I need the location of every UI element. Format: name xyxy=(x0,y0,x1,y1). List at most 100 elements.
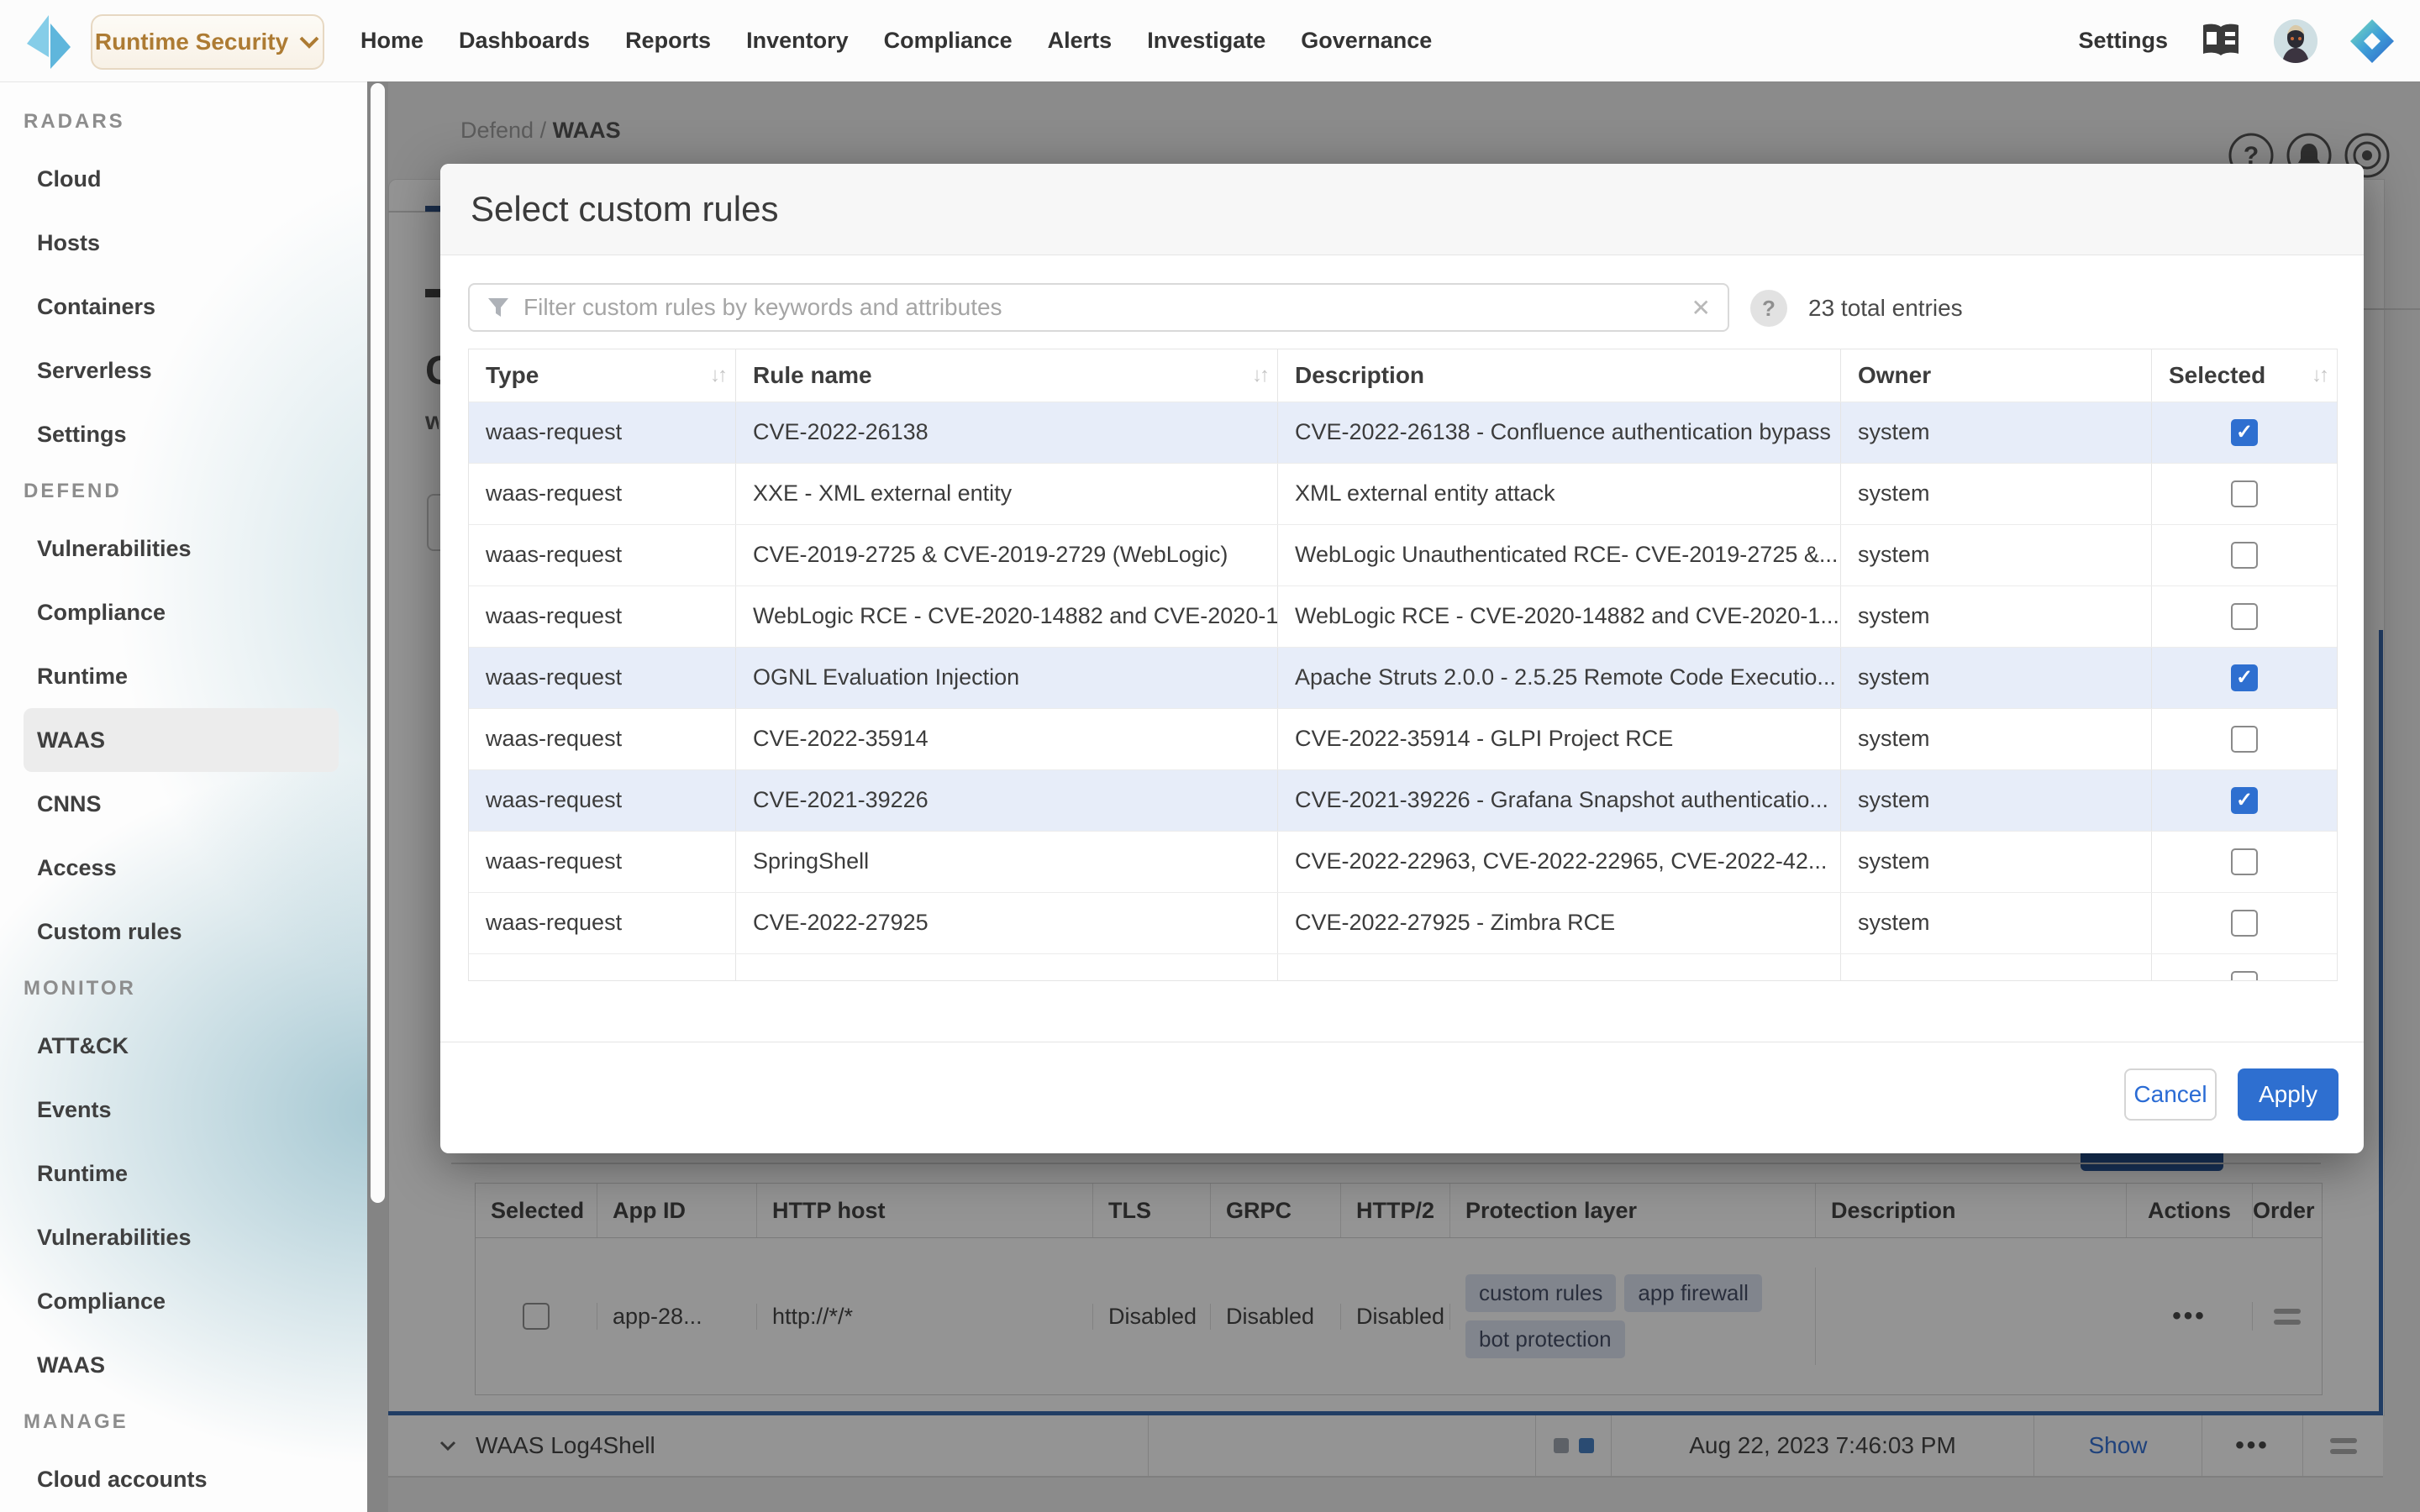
rule-owner-cell xyxy=(1841,954,2152,981)
app-window: Defend / WAAS ? C w xyxy=(0,0,2420,1512)
sort-icon[interactable]: ↓↑ xyxy=(710,349,725,402)
sidebar-entry[interactable]: MANAGE xyxy=(0,1397,367,1447)
rule-name-cell: WebLogic RCE - CVE-2020-14882 and CVE-20… xyxy=(736,586,1278,647)
rule-name-cell: CVE-2019-2725 & CVE-2019-2729 (WebLogic) xyxy=(736,525,1278,585)
nav-item[interactable]: Investigate xyxy=(1147,28,1265,54)
col-description[interactable]: Description xyxy=(1278,349,1841,402)
custom-rule-row[interactable]: waas-request SpringShell CVE-2022-22963,… xyxy=(469,831,2337,892)
funnel-filter-icon xyxy=(487,296,510,319)
custom-rules-table: Type↓↑ Rule name↓↑ Description Owner Sel… xyxy=(468,349,2338,981)
filter-help-icon[interactable]: ? xyxy=(1750,290,1787,327)
settings-link[interactable]: Settings xyxy=(2078,28,2168,54)
rule-description-cell: CVE-2022-27925 - Zimbra RCE xyxy=(1278,893,1841,953)
nav-item[interactable]: Dashboards xyxy=(459,28,590,54)
custom-rule-row[interactable]: waas-request CVE-2022-26138 CVE-2022-261… xyxy=(469,402,2337,463)
custom-rule-row[interactable]: waas-request CVE-2022-27925 CVE-2022-279… xyxy=(469,892,2337,953)
rule-select-checkbox[interactable] xyxy=(2231,664,2258,691)
custom-rule-row[interactable]: waas-request WebLogic RCE - CVE-2020-148… xyxy=(469,585,2337,647)
sidebar-entry[interactable]: Access xyxy=(24,836,339,900)
select-custom-rules-modal: Select custom rules ✕ ? 23 total entries… xyxy=(440,164,2364,1153)
sidebar-entry[interactable]: ATT&CK xyxy=(24,1014,339,1078)
rule-name-cell: CVE-2022-27925 xyxy=(736,893,1278,953)
rule-type-cell xyxy=(469,954,736,981)
rule-select-checkbox[interactable] xyxy=(2231,480,2258,507)
sidebar-entry[interactable]: Runtime xyxy=(24,1142,339,1205)
col-type[interactable]: Type↓↑ xyxy=(469,349,736,402)
rule-type-cell: waas-request xyxy=(469,464,736,524)
sidebar-entry[interactable]: Containers xyxy=(24,275,339,339)
rule-description-cell: CVE-2022-35914 - GLPI Project RCE xyxy=(1278,709,1841,769)
app-logo-icon xyxy=(22,13,74,71)
rule-select-checkbox[interactable] xyxy=(2231,910,2258,937)
custom-rule-row[interactable]: waas-request CVE-2019-2725 & CVE-2019-27… xyxy=(469,524,2337,585)
sidebar-entry[interactable]: Serverless xyxy=(24,339,339,402)
col-selected[interactable]: Selected↓↑ xyxy=(2152,349,2337,402)
sidebar-entry[interactable]: Custom rules xyxy=(24,900,339,963)
rule-description-cell: WebLogic Unauthenticated RCE- CVE-2019-2… xyxy=(1278,525,1841,585)
top-right-actions: Settings xyxy=(2078,0,2395,81)
sidebar-entry[interactable]: CNNS xyxy=(24,772,339,836)
rule-select-checkbox[interactable] xyxy=(2231,848,2258,875)
rule-type-cell: waas-request xyxy=(469,709,736,769)
rule-select-checkbox[interactable] xyxy=(2231,726,2258,753)
sidebar-entry[interactable]: RADARS xyxy=(0,97,367,147)
rule-description-cell xyxy=(1278,954,1841,981)
sort-icon[interactable]: ↓↑ xyxy=(1252,349,1267,402)
rule-name-cell: SpringShell xyxy=(736,832,1278,892)
custom-rule-row[interactable]: waas-request OGNL Evaluation Injection A… xyxy=(469,647,2337,708)
rule-select-checkbox[interactable] xyxy=(2231,971,2258,981)
custom-rule-row[interactable]: waas-request CVE-2022-35914 CVE-2022-359… xyxy=(469,708,2337,769)
chevron-down-icon xyxy=(298,35,320,49)
sidebar-entry[interactable]: DEFEND xyxy=(0,466,367,517)
sidebar-entry[interactable]: Runtime xyxy=(24,644,339,708)
sort-icon[interactable]: ↓↑ xyxy=(2312,349,2327,402)
sidebar-entry[interactable]: MONITOR xyxy=(0,963,367,1014)
sidebar-entry[interactable]: Vulnerabilities xyxy=(24,517,339,580)
apply-button[interactable]: Apply xyxy=(2238,1068,2338,1121)
top-navigation-bar: Runtime Security Home Dashboards Reports In… xyxy=(0,0,2420,82)
sidebar-entry[interactable]: Settings xyxy=(24,402,339,466)
rule-description-cell: CVE-2022-26138 - Confluence authenticati… xyxy=(1278,402,1841,463)
product-switcher[interactable]: Runtime Security xyxy=(91,14,324,70)
rule-select-checkbox[interactable] xyxy=(2231,542,2258,569)
docs-book-icon[interactable] xyxy=(2200,22,2242,60)
sidebar-entry[interactable]: WAAS xyxy=(24,1333,339,1397)
nav-item[interactable]: Reports xyxy=(625,28,711,54)
sidebar-entry[interactable]: Cloud accounts xyxy=(24,1447,339,1511)
prisma-cloud-logo-icon[interactable] xyxy=(2349,18,2395,64)
modal-header: Select custom rules xyxy=(440,164,2364,255)
custom-rule-row[interactable]: waas-request XXE - XML external entity X… xyxy=(469,463,2337,524)
rule-select-checkbox[interactable] xyxy=(2231,419,2258,446)
sidebar-entry[interactable]: Cloud xyxy=(24,147,339,211)
sidebar-entry[interactable]: Compliance xyxy=(24,580,339,644)
rule-select-checkbox[interactable] xyxy=(2231,787,2258,814)
sidebar-entry[interactable]: WAAS xyxy=(24,708,339,772)
rule-type-cell: waas-request xyxy=(469,832,736,892)
sidebar: RADARSCloudHostsContainersServerlessSett… xyxy=(0,81,367,1512)
rule-name-cell: XXE - XML external entity xyxy=(736,464,1278,524)
sidebar-entry[interactable]: Events xyxy=(24,1078,339,1142)
user-avatar[interactable] xyxy=(2274,19,2317,63)
nav-item[interactable]: Home xyxy=(360,28,424,54)
rule-select-checkbox[interactable] xyxy=(2231,603,2258,630)
sidebar-entry[interactable]: Hosts xyxy=(24,211,339,275)
custom-rule-row[interactable] xyxy=(469,953,2337,981)
rule-description-cell: Apache Struts 2.0.0 - 2.5.25 Remote Code… xyxy=(1278,648,1841,708)
col-rule-name[interactable]: Rule name↓↑ xyxy=(736,349,1278,402)
sidebar-entry[interactable]: Compliance xyxy=(24,1269,339,1333)
clear-filter-icon[interactable]: ✕ xyxy=(1675,294,1728,322)
sidebar-entry[interactable]: Vulnerabilities xyxy=(24,1205,339,1269)
filter-input[interactable] xyxy=(522,293,1675,322)
rule-name-cell: CVE-2022-35914 xyxy=(736,709,1278,769)
filter-input-container: ✕ xyxy=(468,283,1729,332)
rule-type-cell: waas-request xyxy=(469,648,736,708)
nav-item[interactable]: Alerts xyxy=(1048,28,1113,54)
nav-item[interactable]: Compliance xyxy=(884,28,1013,54)
cancel-button[interactable]: Cancel xyxy=(2124,1068,2217,1121)
nav-item[interactable]: Inventory xyxy=(746,28,849,54)
rule-owner-cell: system xyxy=(1841,770,2152,831)
col-owner[interactable]: Owner xyxy=(1841,349,2152,402)
sidebar-scrollbar-thumb[interactable] xyxy=(371,83,385,1203)
nav-item[interactable]: Governance xyxy=(1301,28,1432,54)
custom-rule-row[interactable]: waas-request CVE-2021-39226 CVE-2021-392… xyxy=(469,769,2337,831)
